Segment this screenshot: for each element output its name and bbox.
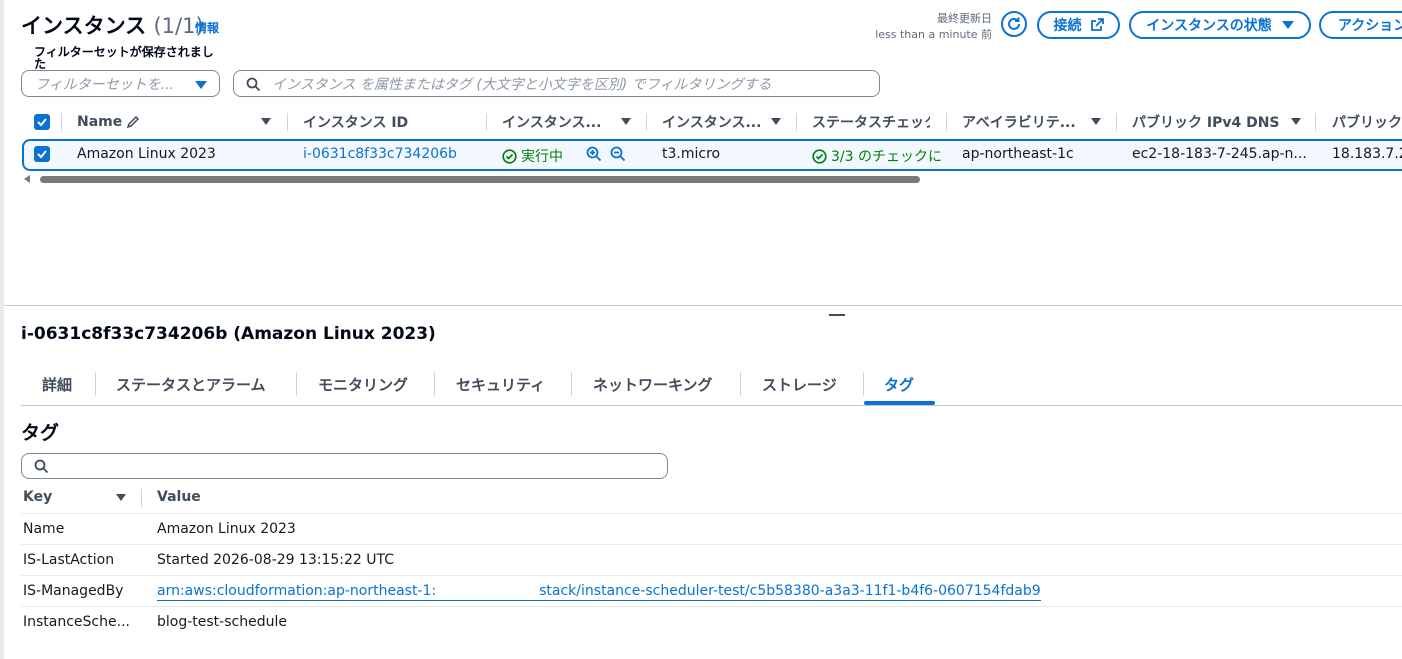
check-icon: [37, 150, 47, 159]
column-header-instance-type[interactable]: インスタンス...: [662, 112, 770, 132]
column-header-name[interactable]: Name: [77, 112, 247, 132]
tag-search-input[interactable]: [21, 453, 668, 479]
last-updated-value: less than a minute 前: [875, 28, 992, 41]
tag-value-link[interactable]: arn:aws:cloudformation:ap-northeast-1: st…: [157, 583, 1041, 601]
status-success-icon: [502, 148, 517, 164]
tabs-baseline: [21, 405, 1402, 406]
sort-caret-icon[interactable]: [1091, 118, 1101, 125]
tab-storage[interactable]: ストレージ: [762, 374, 837, 394]
page-title: インスタンス (1/1): [21, 10, 204, 40]
instance-state-label: インスタンスの状態: [1146, 18, 1272, 34]
filterset-label: フィルターセットが保存されました: [34, 45, 214, 71]
caret-down-icon: [195, 81, 207, 89]
sort-caret-icon[interactable]: [771, 118, 781, 125]
left-edge: [0, 0, 4, 659]
sort-caret-icon[interactable]: [621, 118, 631, 125]
active-tab-indicator: [864, 401, 935, 405]
refresh-button[interactable]: [1001, 11, 1027, 37]
tag-value: Started 2026-08-29 13:15:22 UTC: [157, 552, 395, 568]
scroll-left-icon[interactable]: [24, 175, 30, 183]
tag-value: blog-test-schedule: [157, 614, 287, 630]
search-icon: [246, 77, 261, 92]
connect-label: 接続: [1053, 18, 1082, 34]
sort-caret-icon[interactable]: [1291, 118, 1301, 125]
cell-public-dns: ec2-18-183-7-245.ap-n...: [1132, 146, 1307, 162]
tag-key: InstanceSche...: [23, 614, 130, 630]
instance-state-button[interactable]: インスタンスの状態: [1129, 11, 1311, 39]
cell-state: 実行中: [502, 146, 582, 166]
column-header-name-label: Name: [77, 114, 123, 130]
cell-instance-type: t3.micro: [662, 146, 721, 162]
sort-caret-icon[interactable]: [116, 494, 126, 501]
column-header-public-ip[interactable]: パブリック: [1332, 112, 1402, 132]
cell-instance-id-link[interactable]: i-0631c8f33c734206b: [303, 146, 473, 162]
search-placeholder: インスタンス を属性またはタグ (大文字と小文字を区別) でフィルタリングする: [272, 76, 772, 93]
cell-name: Amazon Linux 2023: [77, 146, 216, 162]
column-header-public-dns[interactable]: パブリック IPv4 DNS: [1132, 112, 1282, 132]
column-header-key[interactable]: Key: [23, 489, 52, 505]
column-header-value[interactable]: Value: [157, 489, 201, 505]
tab-monitoring[interactable]: モニタリング: [318, 374, 408, 394]
tab-details[interactable]: 詳細: [42, 374, 72, 394]
resize-handle[interactable]: [829, 314, 845, 316]
tab-security[interactable]: セキュリティ: [456, 374, 545, 394]
zoom-in-icon[interactable]: [586, 146, 602, 162]
page-title-text: インスタンス: [21, 14, 147, 38]
column-header-instance-state[interactable]: インスタンス...: [502, 112, 614, 132]
zoom-out-icon[interactable]: [610, 146, 626, 162]
cell-status-check: 3/3 のチェックに合格: [812, 146, 943, 166]
actions-label: アクション: [1338, 18, 1402, 34]
column-header-instance-id[interactable]: インスタンス ID: [303, 112, 473, 132]
actions-button[interactable]: アクション: [1319, 11, 1402, 39]
column-header-status-check[interactable]: ステータスチェック: [812, 112, 930, 132]
tab-tags[interactable]: タグ: [884, 374, 914, 394]
arn-suffix: stack/instance-scheduler-test/c5b58380-a…: [539, 583, 1041, 599]
filterset-select[interactable]: フィルターセットを...: [21, 70, 220, 97]
filterset-placeholder: フィルターセットを...: [35, 76, 175, 93]
tag-value: Amazon Linux 2023: [157, 521, 296, 537]
status-success-icon: [812, 148, 827, 164]
select-all-checkbox[interactable]: [34, 114, 50, 130]
column-header-availability-zone[interactable]: アベイラビリテ...: [962, 112, 1087, 132]
cell-availability-zone: ap-northeast-1c: [962, 146, 1074, 162]
last-updated: 最終更新日 less than a minute 前: [875, 11, 992, 43]
detail-title: i-0631c8f33c734206b (Amazon Linux 2023): [21, 324, 436, 344]
arn-prefix: arn:aws:cloudformation:ap-northeast-1:: [157, 583, 437, 599]
tag-key: Name: [23, 521, 65, 537]
cell-state-label: 実行中: [521, 149, 563, 165]
tag-key: IS-LastAction: [23, 552, 115, 568]
search-icon: [34, 459, 49, 474]
tab-status-alarms[interactable]: ステータスとアラーム: [116, 374, 266, 394]
connect-button[interactable]: 接続: [1037, 11, 1120, 39]
scrollbar-thumb[interactable]: [40, 176, 920, 183]
instance-search-input[interactable]: インスタンス を属性またはタグ (大文字と小文字を区別) でフィルタリングする: [233, 70, 880, 97]
cell-status-check-label: 3/3 のチェックに合格: [831, 149, 943, 165]
external-link-icon: [1090, 18, 1104, 31]
info-link[interactable]: 情報: [195, 19, 219, 36]
last-updated-label: 最終更新日: [937, 12, 992, 25]
tags-heading: タグ: [21, 422, 60, 444]
cell-public-ip: 18.183.7.24: [1332, 146, 1402, 162]
refresh-icon: [1008, 17, 1020, 30]
tab-networking[interactable]: ネットワーキング: [593, 374, 713, 394]
edit-icon: [127, 115, 140, 129]
tag-key: IS-ManagedBy: [23, 583, 124, 599]
row-checkbox[interactable]: [34, 146, 50, 162]
split-divider: [4, 305, 1402, 306]
sort-caret-icon[interactable]: [261, 118, 271, 125]
check-icon: [37, 118, 47, 127]
caret-down-icon: [1281, 21, 1294, 29]
